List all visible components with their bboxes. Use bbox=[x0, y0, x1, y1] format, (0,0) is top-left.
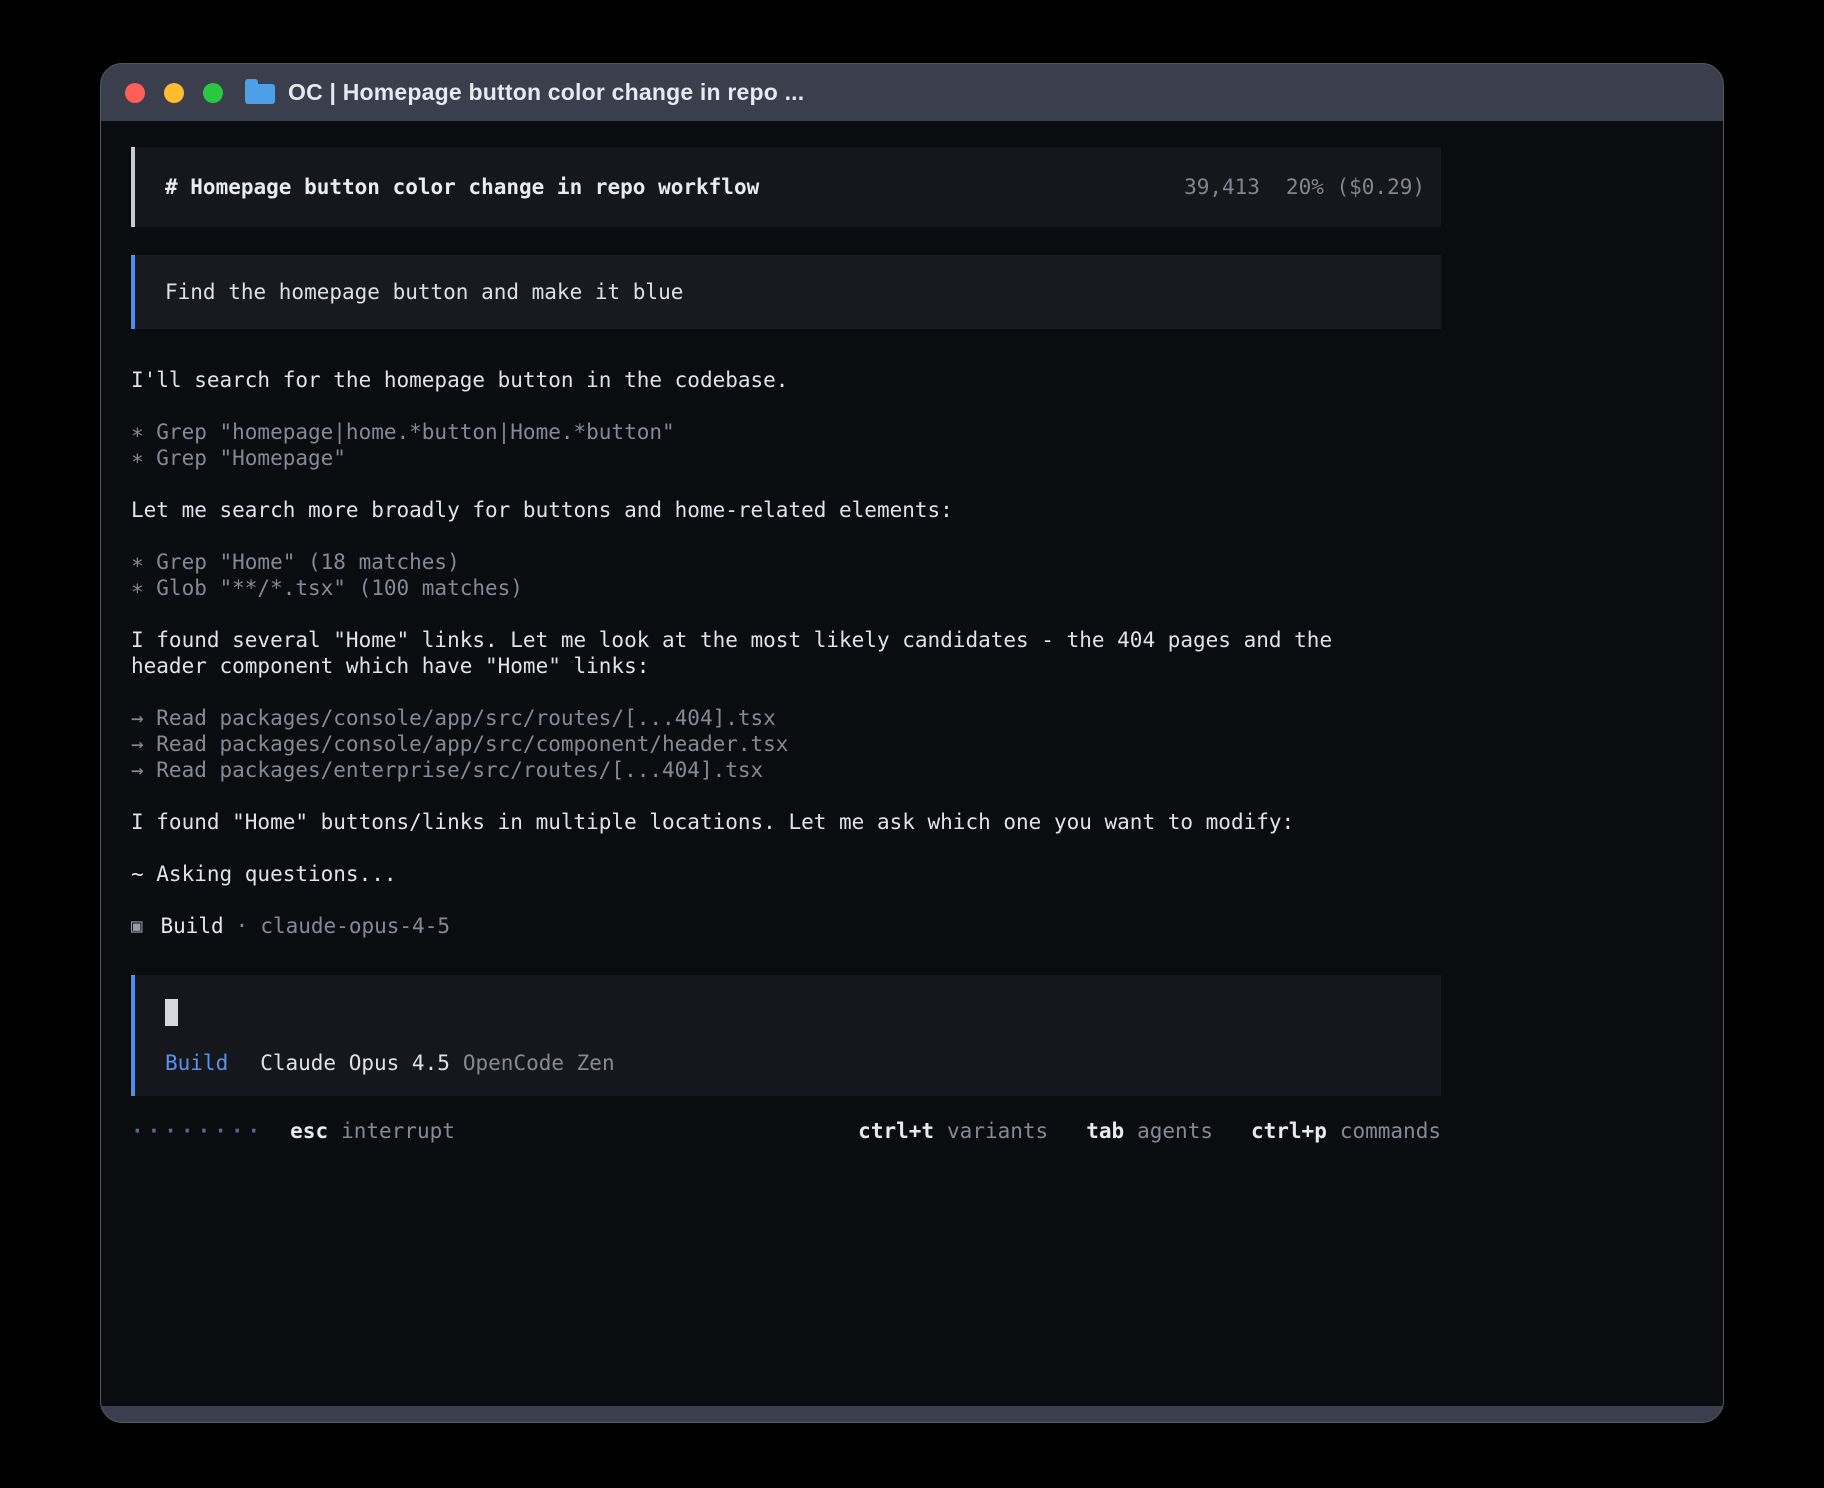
hint-variants: ctrl+t variants bbox=[858, 1118, 1048, 1144]
tool-call-read: → Read packages/enterprise/src/routes/[.… bbox=[131, 757, 1441, 783]
hint-key: ctrl+p bbox=[1251, 1118, 1327, 1144]
session-stats: 39,413 20% ($0.29) bbox=[1184, 174, 1425, 200]
status-bar-hints: ctrl+t variants tab agents ctrl+p comman… bbox=[858, 1118, 1441, 1144]
assistant-text: I found several "Home" links. Let me loo… bbox=[131, 627, 1441, 653]
token-count: 39,413 bbox=[1184, 174, 1260, 200]
tool-call-grep: ∗ Grep "homepage|home.*button|Home.*butt… bbox=[131, 419, 1441, 445]
user-message-text: Find the homepage button and make it blu… bbox=[165, 279, 683, 305]
window-title: OC | Homepage button color change in rep… bbox=[288, 79, 804, 106]
tool-call-read: → Read packages/console/app/src/componen… bbox=[131, 731, 1441, 757]
session-title: # Homepage button color change in repo w… bbox=[165, 174, 759, 200]
provider-label: OpenCode Zen bbox=[463, 1050, 615, 1076]
tui-column: # Homepage button color change in repo w… bbox=[131, 147, 1441, 1144]
tool-call-grep: ∗ Grep "Home" (18 matches) bbox=[131, 549, 1441, 575]
context-usage: 20% ($0.29) bbox=[1286, 174, 1425, 200]
zoom-button[interactable] bbox=[203, 83, 223, 103]
assistant-text: I'll search for the homepage button in t… bbox=[131, 367, 1441, 393]
minimize-button[interactable] bbox=[164, 83, 184, 103]
agent-model: claude-opus-4-5 bbox=[260, 913, 450, 939]
spinner-dots-icon: ········ bbox=[131, 1118, 264, 1144]
response-paragraph: I'll search for the homepage button in t… bbox=[131, 367, 1441, 393]
status-bar: ········ esc interrupt ctrl+t variants t… bbox=[131, 1118, 1441, 1144]
response-paragraph: ~ Asking questions... bbox=[131, 861, 1441, 887]
response-paragraph: I found several "Home" links. Let me loo… bbox=[131, 627, 1441, 679]
hint-label: commands bbox=[1340, 1118, 1441, 1144]
hint-label: variants bbox=[947, 1118, 1048, 1144]
hint-key: ctrl+t bbox=[858, 1118, 934, 1144]
mode-label[interactable]: Build bbox=[165, 1050, 228, 1076]
assistant-response: I'll search for the homepage button in t… bbox=[131, 367, 1441, 939]
terminal-content: # Homepage button color change in repo w… bbox=[101, 121, 1723, 1406]
input-status-row: Build Claude Opus 4.5 OpenCode Zen bbox=[165, 1050, 1411, 1076]
agent-separator: · bbox=[236, 913, 249, 939]
tool-call-group: → Read packages/console/app/src/routes/[… bbox=[131, 705, 1441, 783]
close-button[interactable] bbox=[125, 83, 145, 103]
tool-call-group: ∗ Grep "homepage|home.*button|Home.*butt… bbox=[131, 419, 1441, 471]
hint-commands: ctrl+p commands bbox=[1251, 1118, 1441, 1144]
response-paragraph: I found "Home" buttons/links in multiple… bbox=[131, 809, 1441, 835]
agent-icon: ▣ bbox=[131, 913, 142, 939]
session-header: # Homepage button color change in repo w… bbox=[131, 147, 1441, 227]
traffic-lights bbox=[125, 83, 223, 103]
tool-call-glob: ∗ Glob "**/*.tsx" (100 matches) bbox=[131, 575, 1441, 601]
assistant-text: I found "Home" buttons/links in multiple… bbox=[131, 809, 1441, 835]
tool-call-group: ∗ Grep "Home" (18 matches) ∗ Glob "**/*.… bbox=[131, 549, 1441, 601]
hint-agents: tab agents bbox=[1086, 1118, 1213, 1144]
hint-key: tab bbox=[1086, 1118, 1124, 1144]
response-paragraph: Let me search more broadly for buttons a… bbox=[131, 497, 1441, 523]
prompt-input[interactable]: Build Claude Opus 4.5 OpenCode Zen bbox=[131, 975, 1441, 1096]
agent-name: Build bbox=[160, 913, 223, 939]
terminal-window: OC | Homepage button color change in rep… bbox=[100, 63, 1724, 1423]
hint-label: agents bbox=[1137, 1118, 1213, 1144]
asking-questions-status: ~ Asking questions... bbox=[131, 861, 1441, 887]
tool-call-grep: ∗ Grep "Homepage" bbox=[131, 445, 1441, 471]
folder-icon bbox=[245, 84, 275, 104]
tool-call-read: → Read packages/console/app/src/routes/[… bbox=[131, 705, 1441, 731]
model-label: Claude Opus 4.5 bbox=[260, 1050, 450, 1076]
text-cursor bbox=[165, 999, 178, 1026]
agent-status-row: ▣ Build · claude-opus-4-5 bbox=[131, 913, 1441, 939]
assistant-text: Let me search more broadly for buttons a… bbox=[131, 497, 1441, 523]
interrupt-key: esc bbox=[290, 1118, 328, 1144]
status-bar-left: ········ esc interrupt bbox=[131, 1118, 455, 1144]
assistant-text: header component which have "Home" links… bbox=[131, 653, 1441, 679]
interrupt-label: interrupt bbox=[341, 1118, 455, 1144]
window-titlebar[interactable]: OC | Homepage button color change in rep… bbox=[101, 64, 1723, 121]
user-message: Find the homepage button and make it blu… bbox=[131, 255, 1441, 329]
